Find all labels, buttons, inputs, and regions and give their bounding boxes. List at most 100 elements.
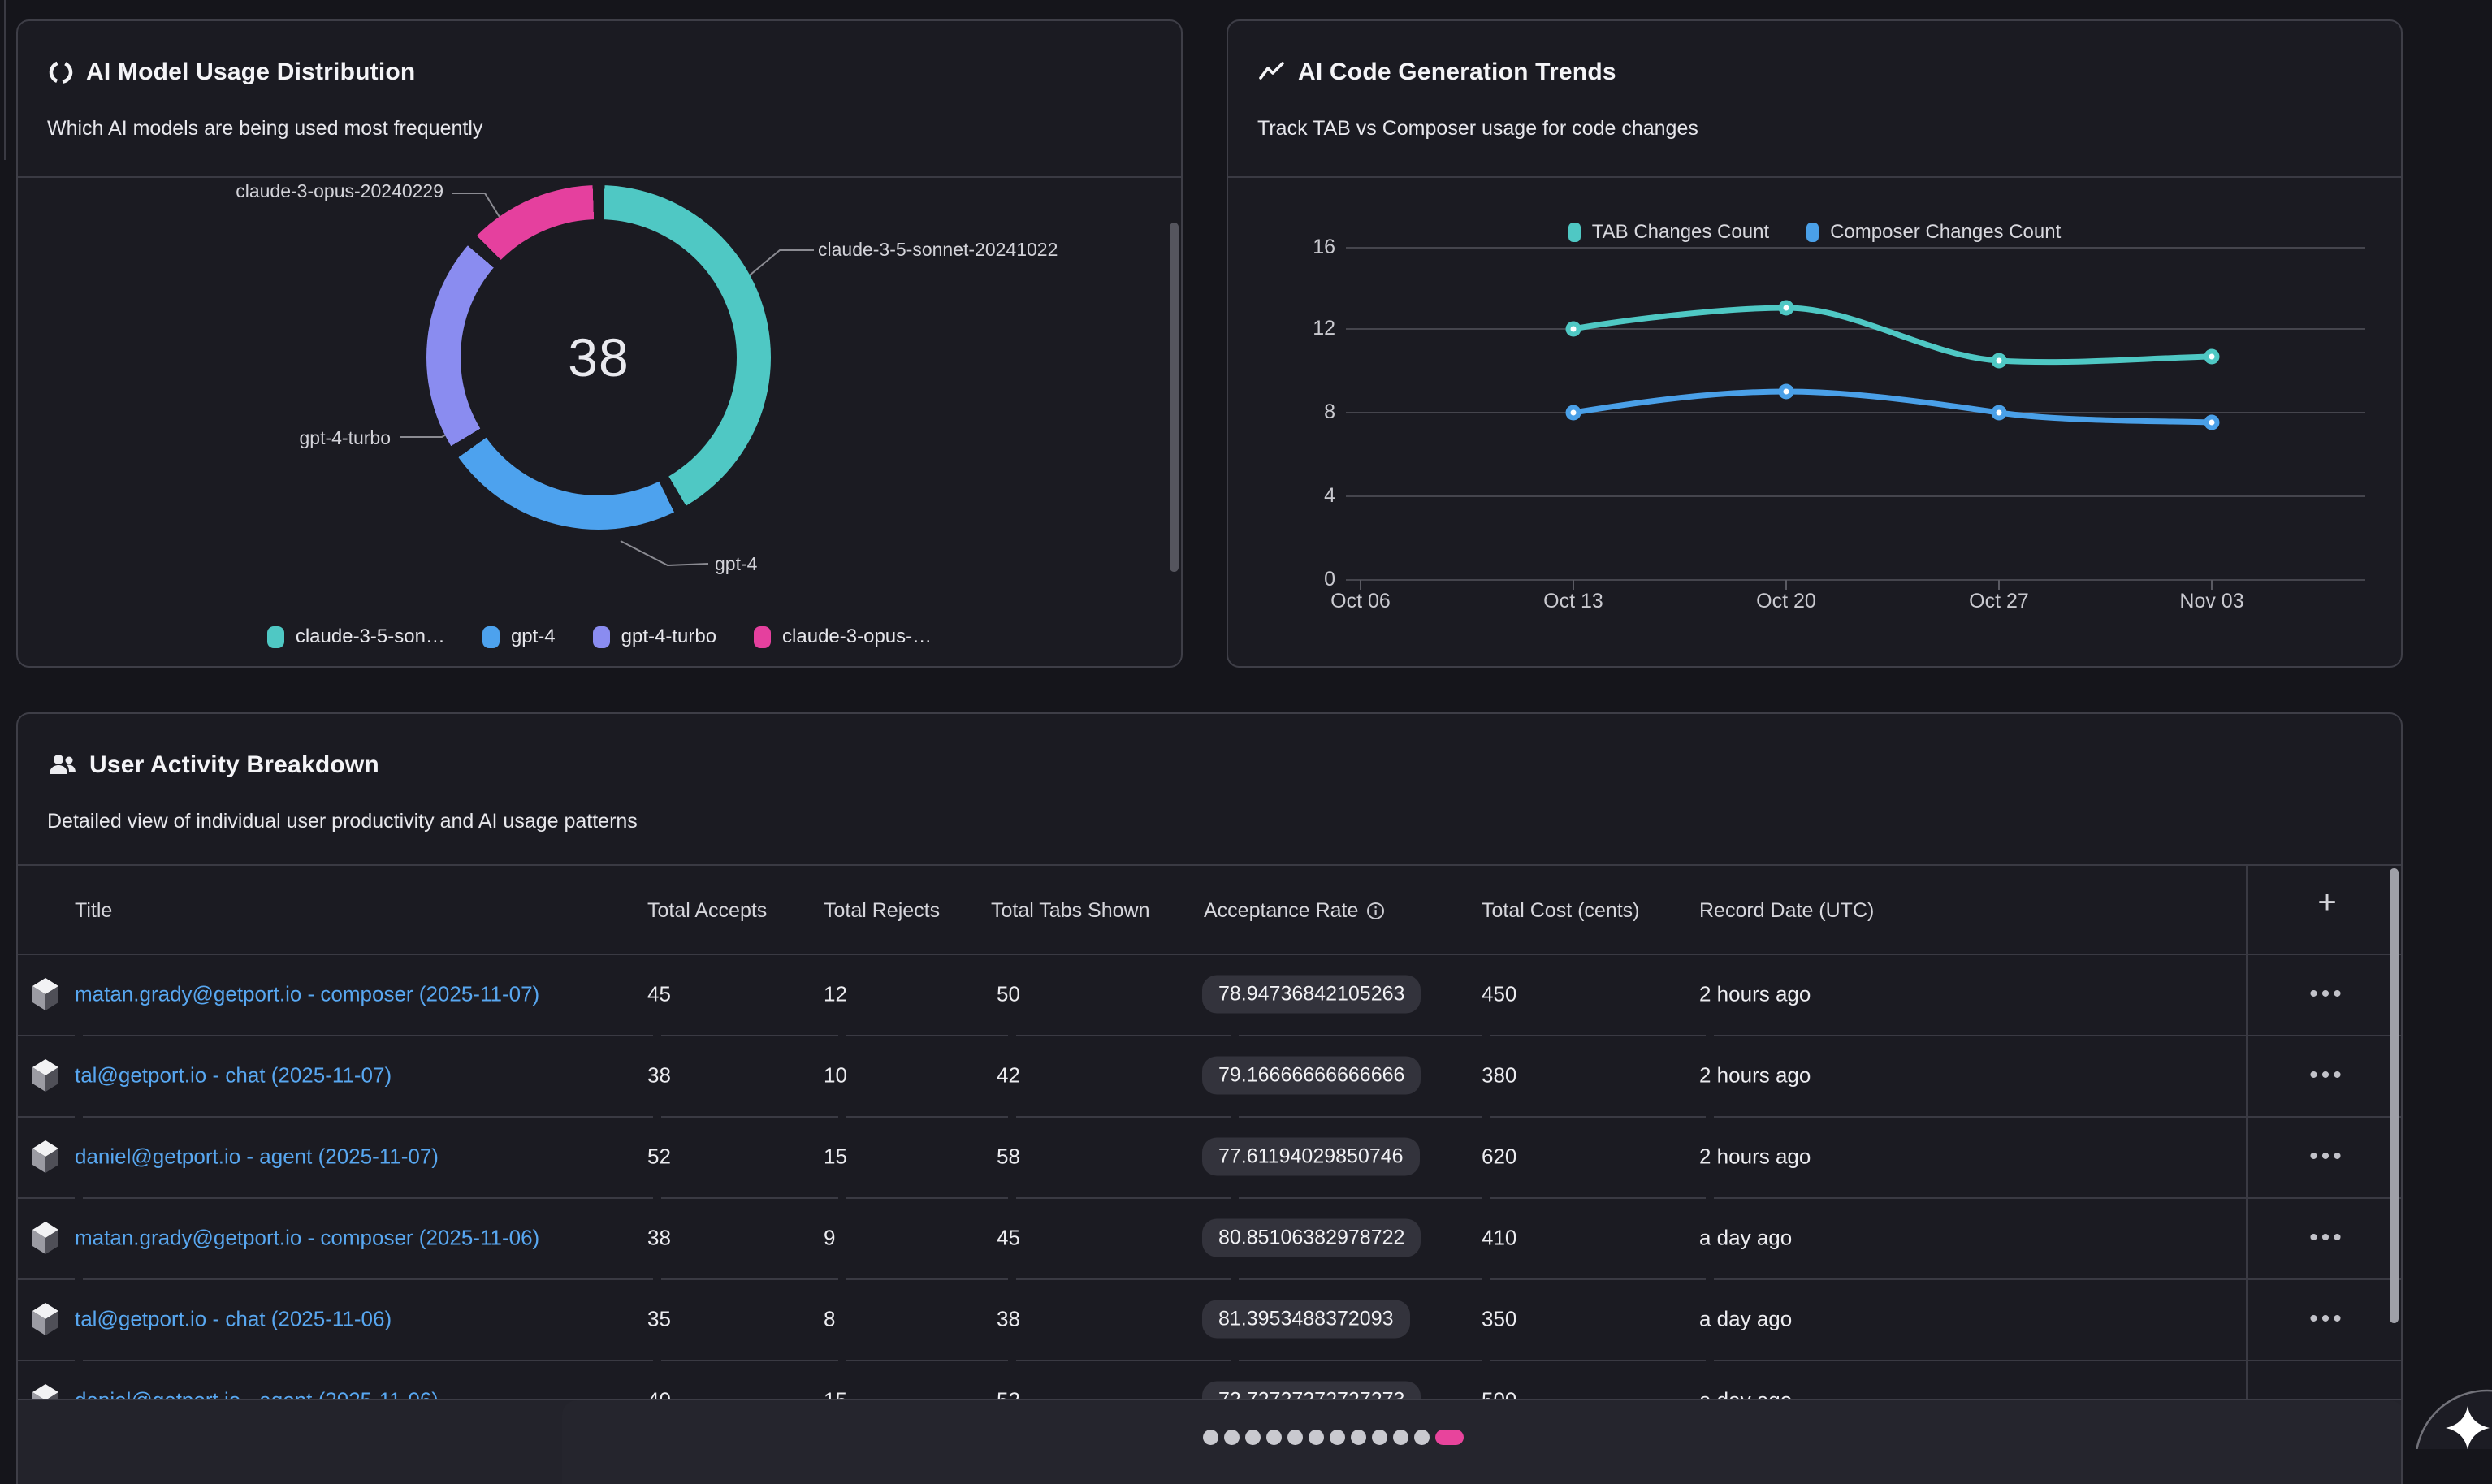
cell-record-date: 2 hours ago — [1699, 1144, 1811, 1170]
entity-gem-icon — [29, 1301, 62, 1337]
ai-assistant-button[interactable] — [2396, 1332, 2492, 1449]
cell-tabs-shown: 45 — [997, 1226, 1020, 1251]
col-header-cost[interactable]: Total Cost (cents) — [1482, 899, 1640, 923]
cell-total-rejects: 10 — [824, 1063, 847, 1088]
divider — [18, 176, 1181, 178]
page-dot[interactable] — [1414, 1430, 1430, 1445]
table-card-subtitle: Detailed view of individual user product… — [47, 810, 638, 833]
add-column-button[interactable]: + — [2292, 880, 2362, 928]
legend-label: claude-3-opus-… — [782, 625, 932, 648]
cell-record-date: a day ago — [1699, 1226, 1792, 1251]
cell-total-accepts: 52 — [647, 1144, 671, 1170]
actions-column-divider — [2246, 864, 2248, 1484]
cell-record-date: 2 hours ago — [1699, 982, 1811, 1007]
pagination-dots[interactable] — [1203, 1430, 1464, 1445]
footer-scroll-area — [562, 1400, 2403, 1484]
table-card-title: User Activity Breakdown — [89, 751, 379, 779]
row-menu-button[interactable]: ••• — [2291, 980, 2364, 1008]
legend-item-gpt-4-turbo[interactable]: gpt-4-turbo — [593, 625, 716, 648]
ai-code-trends-card: AI Code Generation Trends Track TAB vs C… — [1227, 19, 2403, 668]
entity-gem-icon — [29, 976, 62, 1012]
row-menu-button[interactable]: ••• — [2291, 1224, 2364, 1252]
row-divider — [18, 1197, 2403, 1199]
cell-tabs-shown: 38 — [997, 1307, 1020, 1332]
series-tab-changes — [1573, 308, 2212, 362]
page-dot[interactable] — [1224, 1430, 1240, 1445]
cell-tabs-shown: 42 — [997, 1063, 1020, 1088]
card-scrollbar-thumb[interactable] — [1170, 223, 1179, 572]
row-menu-button[interactable]: ••• — [2291, 1305, 2364, 1333]
row-title-link[interactable]: matan.grady@getport.io - composer (2025-… — [75, 982, 539, 1007]
col-header-date[interactable]: Record Date (UTC) — [1699, 899, 1874, 923]
cell-total-accepts: 38 — [647, 1063, 671, 1088]
legend-item-claude-3-5-sonnet[interactable]: claude-3-5-son… — [267, 625, 445, 648]
entity-gem-icon — [29, 1139, 62, 1175]
row-title-link[interactable]: tal@getport.io - chat (2025-11-06) — [75, 1307, 392, 1332]
row-title-link[interactable]: daniel@getport.io - agent (2025-11-07) — [75, 1144, 439, 1170]
row-title-link[interactable]: matan.grady@getport.io - composer (2025-… — [75, 1226, 539, 1251]
page-dot[interactable] — [1372, 1430, 1387, 1445]
col-header-title[interactable]: Title — [75, 899, 112, 923]
page-dot[interactable] — [1245, 1430, 1261, 1445]
cell-total-rejects: 9 — [824, 1226, 835, 1251]
divider — [18, 864, 2401, 866]
donut-total-value: 38 — [568, 327, 629, 388]
info-icon[interactable] — [1366, 902, 1385, 920]
donut-label-claude-3-opus: claude-3-opus-20240229 — [236, 180, 443, 202]
legend-label: claude-3-5-son… — [296, 625, 445, 648]
col-header-rate-label: Acceptance Rate — [1204, 899, 1358, 923]
row-menu-button[interactable]: ••• — [2291, 1143, 2364, 1170]
entity-gem-icon — [29, 1220, 62, 1256]
page-dot[interactable] — [1330, 1430, 1345, 1445]
cell-record-date: 2 hours ago — [1699, 1063, 1811, 1088]
donut-card-title-row: AI Model Usage Distribution — [47, 58, 415, 86]
people-icon — [47, 751, 78, 779]
legend-swatch-teal — [267, 626, 284, 648]
table-scrollbar-thumb[interactable] — [2390, 868, 2399, 1323]
cell-total-accepts: 35 — [647, 1307, 671, 1332]
table-footer-bar — [18, 1399, 2403, 1484]
col-header-rejects[interactable]: Total Rejects — [824, 899, 940, 923]
entity-gem-icon — [29, 1058, 62, 1093]
donut-label-gpt-4: gpt-4 — [715, 553, 757, 575]
legend-swatch-purple — [593, 626, 610, 648]
row-title-link[interactable]: tal@getport.io - chat (2025-11-07) — [75, 1063, 392, 1088]
acceptance-rate-badge: 81.3953488372093 — [1202, 1300, 1410, 1339]
page-dot[interactable] — [1351, 1430, 1366, 1445]
cell-record-date: a day ago — [1699, 1307, 1792, 1332]
donut-center: 38 — [461, 219, 737, 495]
legend-item-claude-3-opus[interactable]: claude-3-opus-… — [754, 625, 932, 648]
row-divider — [18, 1278, 2403, 1280]
page-dot[interactable] — [1266, 1430, 1282, 1445]
cell-total-rejects: 15 — [824, 1144, 847, 1170]
acceptance-rate-badge: 77.61194029850746 — [1202, 1138, 1420, 1176]
legend-label: gpt-4 — [511, 625, 556, 648]
cell-tabs-shown: 58 — [997, 1144, 1020, 1170]
page-dot[interactable] — [1287, 1430, 1303, 1445]
legend-item-gpt-4[interactable]: gpt-4 — [482, 625, 556, 648]
col-header-tabs[interactable]: Total Tabs Shown — [991, 899, 1150, 923]
col-header-accepts[interactable]: Total Accepts — [647, 899, 767, 923]
acceptance-rate-badge: 80.85106382978722 — [1202, 1219, 1421, 1257]
line-chart[interactable] — [1228, 21, 2403, 668]
page-dot[interactable] — [1393, 1430, 1408, 1445]
donut-label-gpt-4-turbo: gpt-4-turbo — [299, 427, 391, 449]
user-activity-card: User Activity Breakdown Detailed view of… — [16, 712, 2403, 1484]
donut-label-claude-3-5-sonnet: claude-3-5-sonnet-20241022 — [818, 239, 1058, 261]
acceptance-rate-badge: 78.94736842105263 — [1202, 976, 1421, 1014]
cell-total-rejects: 8 — [824, 1307, 835, 1332]
page-dot[interactable] — [1203, 1430, 1218, 1445]
legend-swatch-pink — [754, 626, 771, 648]
page-dot-active[interactable] — [1435, 1430, 1464, 1445]
row-divider — [18, 1360, 2403, 1361]
donut-card-subtitle: Which AI models are being used most freq… — [47, 117, 482, 141]
page-edge-divider — [4, 0, 6, 160]
donut-legend: claude-3-5-son… gpt-4 gpt-4-turbo claude… — [18, 625, 1181, 648]
page-dot[interactable] — [1309, 1430, 1324, 1445]
cell-tabs-shown: 50 — [997, 982, 1020, 1007]
ai-model-usage-card: AI Model Usage Distribution Which AI mod… — [16, 19, 1183, 668]
donut-chart[interactable]: 38 — [426, 185, 771, 530]
col-header-rate[interactable]: Acceptance Rate — [1204, 899, 1385, 923]
row-menu-button[interactable]: ••• — [2291, 1062, 2364, 1089]
cell-total-cost: 410 — [1482, 1226, 1516, 1251]
